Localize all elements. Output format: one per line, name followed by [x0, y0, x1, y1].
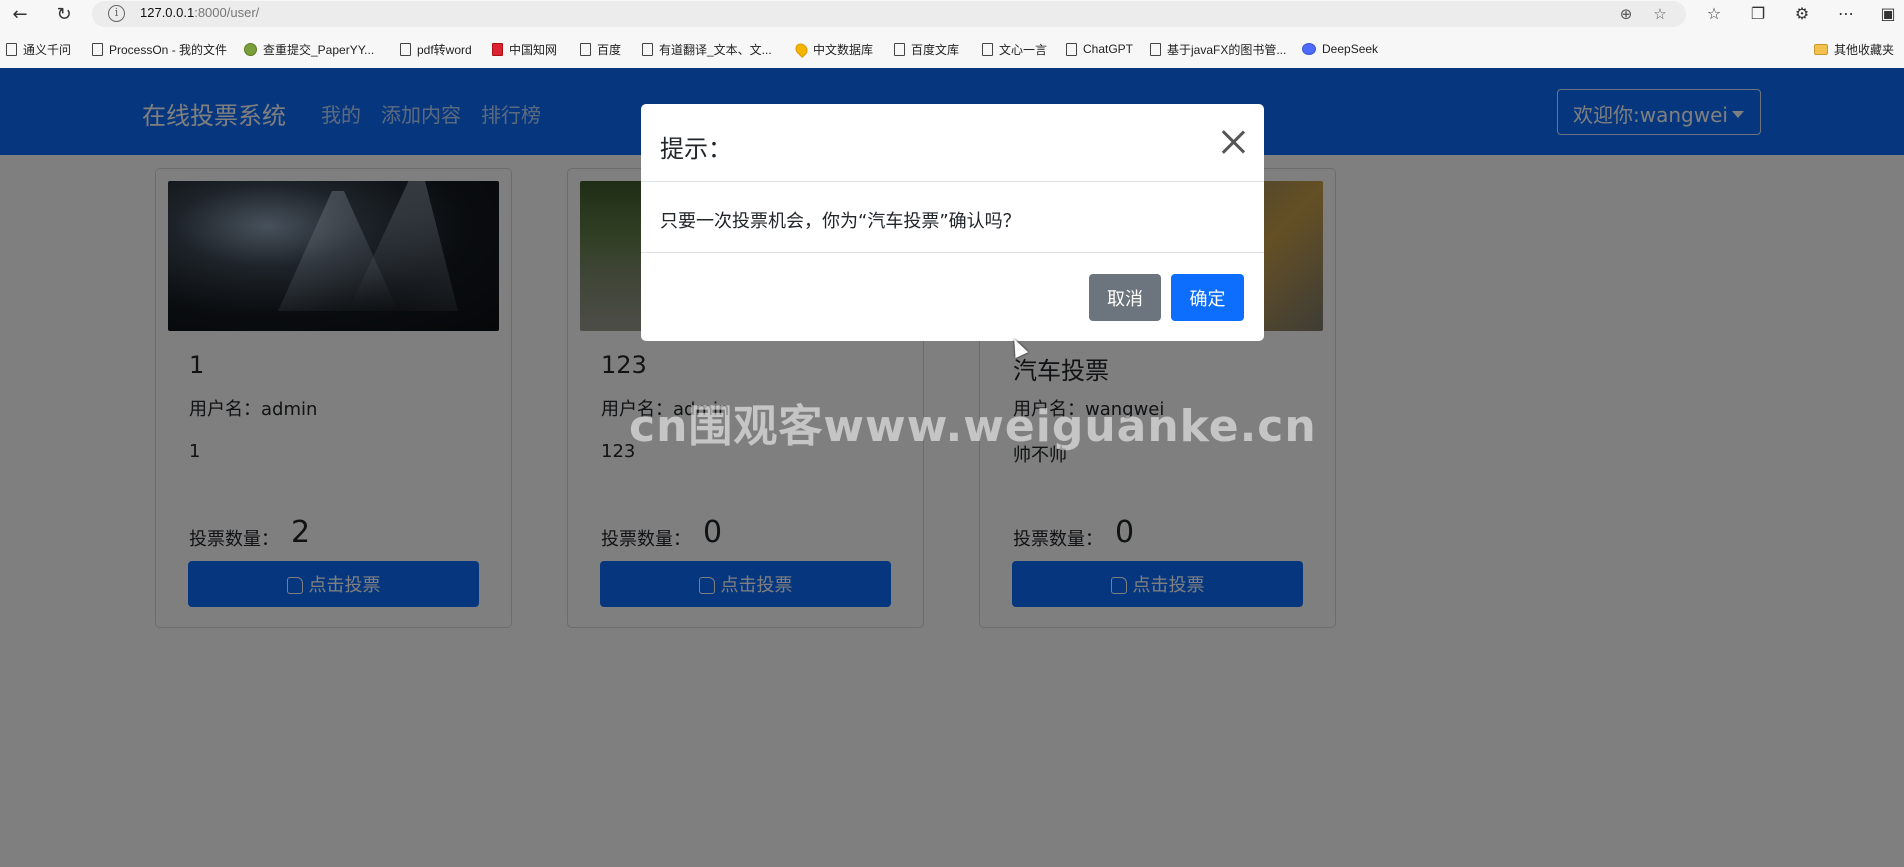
cnki-icon [492, 42, 503, 56]
bookmark-item[interactable]: 查重提交_PaperYY... [244, 41, 374, 57]
bookmark-item[interactable]: 百度 [580, 41, 621, 57]
watermark: cn围观客www.weiguanke.cn [629, 401, 1317, 452]
address-bar[interactable]: i 127.0.0.1:8000/user/ ⊕ ☆ [92, 1, 1686, 27]
bookmark-item[interactable]: 文心一言 [982, 41, 1047, 57]
page-icon [1150, 42, 1161, 56]
favorite-star-icon[interactable]: ☆ [1650, 4, 1670, 24]
site-info-icon[interactable]: i [108, 5, 125, 22]
page-icon [894, 42, 905, 56]
browser-toolbar: ← ↻ i 127.0.0.1:8000/user/ ⊕ ☆ ☆ ❐ ⚙ ⋯ ▣ [0, 0, 1904, 28]
close-icon[interactable] [1220, 129, 1246, 155]
page-icon [6, 42, 17, 56]
page-icon [92, 42, 103, 56]
extensions-icon[interactable]: ⚙ [1790, 2, 1814, 26]
bookmarks-bar: 通义千问 ProcessOn - 我的文件 查重提交_PaperYY... pd… [0, 28, 1904, 68]
folder-icon [1814, 43, 1828, 55]
bookmark-item[interactable]: 中文数据库 [793, 40, 873, 58]
dialog-footer: 取消 确定 [641, 252, 1264, 341]
dialog-header: 提示： [641, 104, 1264, 182]
paperyy-icon [244, 42, 257, 56]
favorites-icon[interactable]: ☆ [1702, 2, 1726, 26]
bookmark-item[interactable]: 中国知网 [492, 41, 557, 57]
bookmark-item[interactable]: DeepSeek [1302, 41, 1378, 57]
bookmark-item[interactable]: ChatGPT [1066, 41, 1133, 57]
bookmark-item[interactable]: 百度文库 [894, 41, 959, 57]
page-icon [1066, 42, 1077, 56]
confirm-dialog: 提示： 只要一次投票机会，你为“汽车投票”确认吗？ 取消 确定 [641, 104, 1264, 341]
bookmark-item[interactable]: 通义千问 [6, 41, 71, 57]
cancel-button[interactable]: 取消 [1089, 274, 1161, 321]
collections-icon[interactable]: ❐ [1746, 2, 1770, 26]
zoom-icon[interactable]: ⊕ [1616, 4, 1636, 24]
bookmark-item[interactable]: ProcessOn - 我的文件 [92, 41, 227, 57]
page-icon [982, 42, 993, 56]
page-icon [580, 42, 591, 56]
bookmark-folder-other[interactable]: 其他收藏夹 [1814, 41, 1894, 57]
page-icon [642, 42, 653, 56]
bookmark-item[interactable]: pdf转word [400, 41, 472, 57]
bookmark-item[interactable]: 有道翻译_文本、文... [642, 41, 772, 57]
sidebar-icon[interactable]: ▣ [1876, 2, 1900, 26]
bookmark-item[interactable]: 基于javaFX的图书管... [1150, 41, 1286, 57]
dialog-message: 只要一次投票机会，你为“汽车投票”确认吗？ [660, 211, 1021, 232]
reload-icon[interactable]: ↻ [52, 2, 76, 26]
url-text[interactable]: 127.0.0.1:8000/user/ [140, 5, 259, 20]
deepseek-icon [1302, 43, 1316, 55]
location-pin-icon [793, 40, 810, 58]
dialog-title: 提示： [660, 135, 732, 163]
page-icon [400, 42, 411, 56]
back-icon[interactable]: ← [8, 2, 32, 26]
more-menu-icon[interactable]: ⋯ [1834, 2, 1858, 26]
confirm-button[interactable]: 确定 [1171, 274, 1244, 321]
